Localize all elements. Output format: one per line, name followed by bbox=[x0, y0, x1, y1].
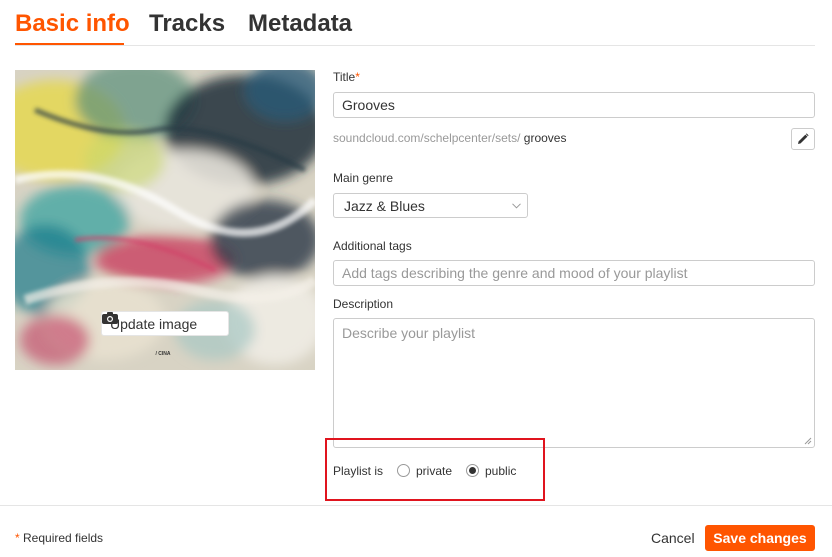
public-radio[interactable] bbox=[466, 464, 479, 477]
save-changes-button[interactable]: Save changes bbox=[705, 525, 815, 551]
permalink-base: soundcloud.com/schelpcenter/sets/ bbox=[333, 131, 521, 145]
tags-label: Additional tags bbox=[333, 239, 412, 253]
permalink: soundcloud.com/schelpcenter/sets/ groove… bbox=[333, 131, 566, 145]
tab-metadata[interactable]: Metadata bbox=[248, 9, 352, 39]
required-asterisk: * bbox=[15, 531, 20, 545]
pencil-icon bbox=[798, 133, 809, 144]
required-asterisk: * bbox=[355, 70, 360, 84]
private-radio[interactable] bbox=[397, 464, 410, 477]
permalink-slug: grooves bbox=[523, 131, 567, 145]
tab-basic-info[interactable]: Basic info bbox=[15, 9, 130, 39]
tab-bar: Basic info Tracks Metadata bbox=[15, 0, 815, 46]
private-radio-label[interactable]: private bbox=[416, 464, 452, 478]
privacy-label: Playlist is bbox=[333, 464, 384, 478]
tags-input[interactable]: Add tags describing the genre and mood o… bbox=[333, 260, 815, 286]
genre-label: Main genre bbox=[333, 171, 394, 185]
required-fields-note: * Required fields bbox=[15, 531, 104, 545]
tags-placeholder: Add tags describing the genre and mood o… bbox=[342, 265, 688, 281]
active-tab-underline bbox=[15, 43, 124, 45]
artwork-caption: / CINA bbox=[153, 351, 171, 357]
description-textarea[interactable]: Describe your playlist bbox=[333, 318, 815, 448]
edit-permalink-button[interactable] bbox=[791, 128, 815, 150]
description-placeholder: Describe your playlist bbox=[342, 325, 476, 341]
public-radio-label[interactable]: public bbox=[485, 464, 516, 478]
update-image-label: Update image bbox=[110, 315, 198, 332]
camera-icon bbox=[102, 312, 118, 324]
cancel-button[interactable]: Cancel bbox=[651, 530, 695, 546]
footer-divider bbox=[0, 505, 832, 506]
resize-grip-icon[interactable] bbox=[804, 437, 812, 445]
update-image-button[interactable]: Update image bbox=[101, 311, 229, 336]
genre-value: Jazz & Blues bbox=[344, 197, 425, 214]
title-input[interactable]: Grooves bbox=[333, 92, 815, 118]
title-label: Title* bbox=[333, 70, 360, 84]
chevron-down-icon bbox=[512, 202, 521, 209]
description-label: Description bbox=[333, 297, 394, 311]
tab-tracks[interactable]: Tracks bbox=[149, 9, 225, 39]
playlist-artwork: Update image / CINA bbox=[15, 70, 315, 370]
title-value: Grooves bbox=[342, 97, 395, 113]
genre-select[interactable]: Jazz & Blues bbox=[333, 193, 528, 218]
